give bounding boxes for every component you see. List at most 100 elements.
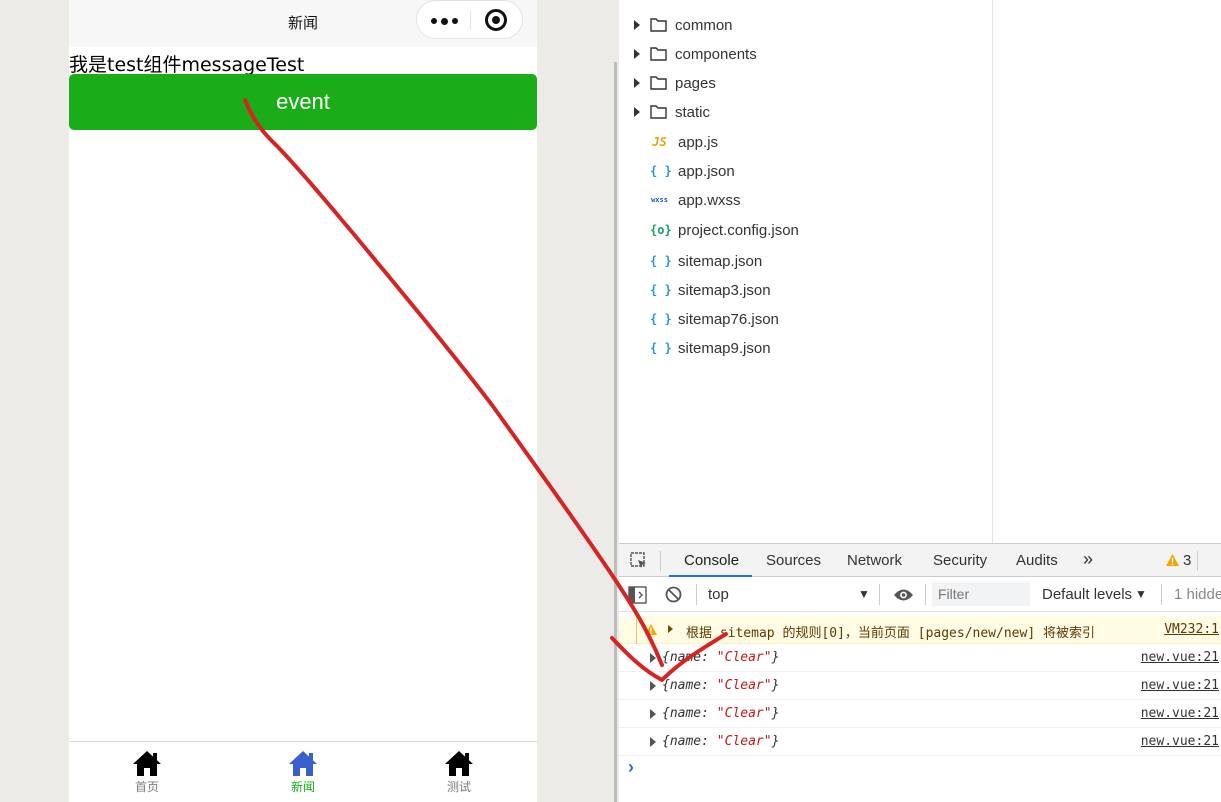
file-sitemap3[interactable]: { } sitemap3.json <box>619 277 771 303</box>
folder-icon <box>650 47 667 61</box>
file-app-json[interactable]: { } app.json <box>619 158 735 184</box>
log-levels-select[interactable]: Default levels <box>1042 586 1132 603</box>
console-warning-row: 根据 sitemap 的规则[0]，当前页面 [pages/new/new] 将… <box>619 616 1221 644</box>
folder-static[interactable]: static <box>619 99 710 125</box>
folder-label: static <box>675 103 711 121</box>
json-file-icon: { } <box>650 283 672 297</box>
console-log-row[interactable]: {name: "Clear"} new.vue:21 <box>619 644 1221 672</box>
log-source-link[interactable]: new.vue:21 <box>1141 678 1219 693</box>
file-label: sitemap3.json <box>678 281 771 299</box>
inspect-element-icon[interactable] <box>630 552 648 570</box>
tab-label: 测试 <box>446 780 471 794</box>
tab-security[interactable]: Security <box>933 552 987 569</box>
filter-input[interactable] <box>932 582 1030 606</box>
home-icon <box>289 751 317 776</box>
file-tree: common components pages static JS app.js… <box>619 0 993 543</box>
chevron-down-icon[interactable]: ▼ <box>1135 587 1147 601</box>
log-object: {name: "Clear"} <box>662 734 780 749</box>
chevron-down-icon[interactable]: ▼ <box>858 587 870 601</box>
file-label: app.json <box>678 162 735 180</box>
js-file-icon: JS <box>652 135 667 149</box>
folder-common[interactable]: common <box>619 12 733 38</box>
expand-arrow-icon[interactable] <box>650 709 656 719</box>
sidebar-toggle-icon[interactable] <box>628 586 647 604</box>
tab-sources[interactable]: Sources <box>766 552 821 569</box>
warning-count[interactable]: 3 <box>1183 552 1191 569</box>
expand-arrow-icon[interactable] <box>634 49 640 59</box>
log-source-link[interactable]: new.vue:21 <box>1141 650 1219 665</box>
json-file-icon: { } <box>650 254 672 268</box>
tab-test[interactable]: 测试 <box>419 750 499 795</box>
warning-message: 根据 sitemap 的规则[0]，当前页面 [pages/new/new] 将… <box>686 626 1095 641</box>
tab-audits[interactable]: Audits <box>1016 552 1058 569</box>
json-file-icon: { } <box>650 312 672 326</box>
eye-icon[interactable] <box>893 588 914 602</box>
log-object: {name: "Clear"} <box>662 706 780 721</box>
tab-label: 新闻 <box>290 780 315 794</box>
close-target-icon[interactable] <box>485 9 507 31</box>
toolbar-divider <box>925 584 926 605</box>
toolbar-divider <box>1161 584 1162 605</box>
hidden-count: 1 hidde <box>1174 586 1221 603</box>
folder-components[interactable]: components <box>619 41 757 67</box>
panel-scrollbar[interactable] <box>614 62 617 802</box>
expand-arrow-icon[interactable] <box>634 78 640 88</box>
toolbar-divider <box>660 551 661 571</box>
console-log-row[interactable]: {name: "Clear"} new.vue:21 <box>619 672 1221 700</box>
devtools-panel: Console Sources Network Security Audits … <box>619 543 1221 802</box>
phone-simulator: 新闻 我是test组件messageTest event 首页 新闻 测试 <box>69 0 537 802</box>
file-sitemap9[interactable]: { } sitemap9.json <box>619 335 771 361</box>
devtools-tabbar: Console Sources Network Security Audits … <box>619 543 1221 578</box>
more-tabs-icon[interactable]: » <box>1083 549 1093 570</box>
tab-network[interactable]: Network <box>847 552 902 569</box>
config-file-icon: {o} <box>650 223 672 237</box>
file-label: sitemap.json <box>678 252 763 270</box>
tab-home[interactable]: 首页 <box>107 750 187 795</box>
log-source-link[interactable]: new.vue:21 <box>1141 706 1219 721</box>
clear-console-icon[interactable] <box>665 586 682 603</box>
file-label: app.js <box>678 133 719 151</box>
log-object: {name: "Clear"} <box>662 650 780 665</box>
capsule-divider <box>470 11 471 30</box>
console-toolbar: top ▼ Default levels ▼ 1 hidde <box>619 577 1221 612</box>
folder-pages[interactable]: pages <box>619 70 716 96</box>
console-log-row[interactable]: {name: "Clear"} new.vue:21 <box>619 728 1221 756</box>
json-file-icon: { } <box>650 341 672 355</box>
console-prompt[interactable]: › <box>628 757 634 778</box>
log-source-link[interactable]: new.vue:21 <box>1141 734 1219 749</box>
toolbar-divider <box>696 584 697 605</box>
warning-source-link[interactable]: VM232:1 <box>1164 622 1219 637</box>
event-button[interactable]: event <box>69 74 537 130</box>
expand-arrow-icon[interactable] <box>650 653 656 663</box>
expand-arrow-icon[interactable] <box>634 20 640 30</box>
warning-icon <box>645 624 657 635</box>
warning-icon <box>1166 554 1179 566</box>
tab-bar: 首页 新闻 测试 <box>69 741 537 802</box>
tab-news[interactable]: 新闻 <box>263 750 343 795</box>
folder-icon <box>650 18 667 32</box>
file-app-wxss[interactable]: wxss app.wxss <box>619 187 740 213</box>
capsule-menu <box>416 0 523 39</box>
row-gutter <box>636 616 637 644</box>
folder-label: common <box>675 16 733 34</box>
expand-arrow-icon[interactable] <box>634 107 640 117</box>
json-file-icon: { } <box>650 164 672 178</box>
file-app-js[interactable]: JS app.js <box>619 129 718 155</box>
file-sitemap76[interactable]: { } sitemap76.json <box>619 306 779 332</box>
expand-arrow-icon[interactable] <box>650 737 656 747</box>
tab-console[interactable]: Console <box>684 552 739 569</box>
navigation-bar: 新闻 <box>69 0 537 47</box>
editor-pane <box>993 0 1221 543</box>
context-select[interactable]: top <box>708 586 729 603</box>
log-object: {name: "Clear"} <box>662 678 780 693</box>
more-dots-icon[interactable] <box>431 17 459 25</box>
home-icon <box>133 751 161 776</box>
expand-arrow-icon[interactable] <box>668 625 673 633</box>
expand-arrow-icon[interactable] <box>650 681 656 691</box>
tab-label: 首页 <box>134 780 159 794</box>
home-icon <box>445 751 473 776</box>
console-log-row[interactable]: {name: "Clear"} new.vue:21 <box>619 700 1221 728</box>
file-project-config[interactable]: {o} project.config.json <box>619 217 799 243</box>
file-sitemap[interactable]: { } sitemap.json <box>619 248 762 274</box>
folder-icon <box>650 105 667 119</box>
